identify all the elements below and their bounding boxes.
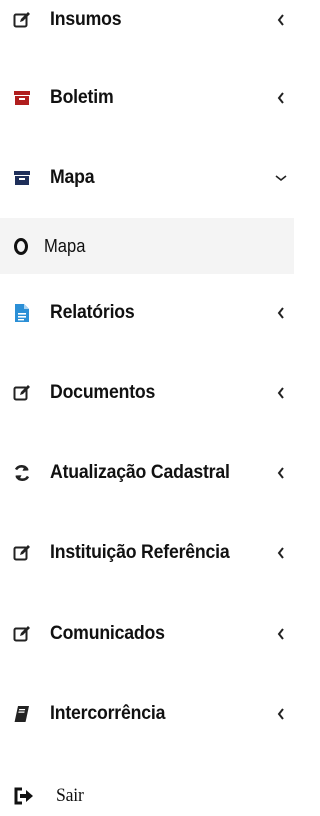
sidebar-menu: Insumos Boletim Mapa Mapa Relatórios Doc…	[0, 0, 294, 808]
menu-item-label: Atualização Cadastral	[50, 462, 230, 483]
book-icon	[12, 704, 32, 724]
document-icon	[12, 303, 32, 323]
chevron-left-icon	[274, 707, 288, 721]
refresh-icon	[12, 463, 32, 483]
chevron-left-icon	[274, 627, 288, 641]
archive-box-icon	[12, 88, 32, 108]
menu-item-label: Insumos	[50, 9, 122, 30]
menu-item-instituicao-referencia[interactable]: Instituição Referência	[0, 533, 294, 573]
menu-item-insumos[interactable]: Insumos	[0, 0, 294, 40]
logout-label: Sair	[56, 785, 84, 806]
menu-item-label: Comunicados	[50, 623, 165, 644]
menu-item-comunicados[interactable]: Comunicados	[0, 614, 294, 654]
submenu-item-label: Mapa	[44, 235, 86, 256]
menu-item-label: Intercorrência	[50, 703, 166, 724]
edit-icon	[12, 624, 32, 644]
logout-item[interactable]: Sair	[0, 776, 294, 816]
archive-box-icon	[12, 168, 32, 188]
chevron-left-icon	[274, 13, 288, 27]
submenu-item-mapa[interactable]: Mapa	[0, 218, 294, 274]
chevron-left-icon	[274, 386, 288, 400]
circle-icon	[14, 237, 28, 255]
sign-out-icon	[14, 786, 34, 806]
chevron-left-icon	[274, 546, 288, 560]
menu-item-relatorios[interactable]: Relatórios	[0, 293, 294, 333]
menu-item-label: Relatórios	[50, 302, 135, 323]
edit-icon	[12, 543, 32, 563]
edit-icon	[12, 10, 32, 30]
chevron-left-icon	[274, 91, 288, 105]
chevron-left-icon	[274, 466, 288, 480]
menu-item-mapa[interactable]: Mapa	[0, 158, 294, 198]
menu-item-atualizacao-cadastral[interactable]: Atualização Cadastral	[0, 453, 294, 493]
menu-item-label: Documentos	[50, 382, 156, 403]
menu-item-label: Mapa	[50, 167, 95, 188]
chevron-down-icon	[274, 171, 288, 185]
menu-item-intercorrencia[interactable]: Intercorrência	[0, 694, 294, 734]
menu-item-boletim[interactable]: Boletim	[0, 78, 294, 118]
chevron-left-icon	[274, 306, 288, 320]
menu-item-documentos[interactable]: Documentos	[0, 373, 294, 413]
menu-item-label: Instituição Referência	[50, 542, 230, 563]
edit-icon	[12, 383, 32, 403]
menu-item-label: Boletim	[50, 87, 114, 108]
